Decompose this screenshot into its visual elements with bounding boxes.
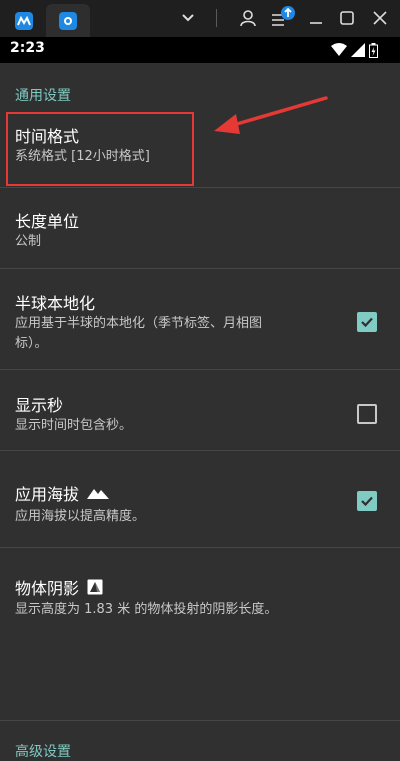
pref-title: 半球本地化: [15, 294, 96, 313]
wifi-icon: [331, 43, 347, 56]
maximize-icon: [340, 11, 354, 25]
close-icon: [373, 11, 387, 25]
show-seconds-checkbox[interactable]: [357, 404, 377, 424]
pref-length-unit[interactable]: 长度单位 公制: [0, 188, 400, 268]
shadow-icon: [87, 579, 103, 595]
browser-tab-1[interactable]: [4, 4, 44, 37]
pref-title: 时间格式: [15, 127, 80, 146]
pref-altitude[interactable]: 应用海拔 应用海拔以提高精度。: [0, 451, 400, 547]
app-logo-icon: [59, 11, 77, 30]
pref-summary: 系统格式 [12小时格式]: [15, 149, 150, 164]
pref-time-format[interactable]: 时间格式 系统格式 [12小时格式]: [0, 111, 400, 187]
minimize-button[interactable]: [304, 6, 328, 30]
pref-show-seconds[interactable]: 显示秒 显示时间时包含秒。: [0, 370, 400, 450]
pref-hemisphere[interactable]: 半球本地化 应用基于半球的本地化（季节标签、月相图 标）。: [0, 269, 400, 369]
app-logo-icon: [15, 11, 33, 30]
check-icon: [361, 317, 373, 328]
status-time: 2:23: [10, 40, 45, 56]
status-bar: 2:23: [0, 37, 400, 63]
divider: [0, 720, 400, 721]
pref-title: 应用海拔: [15, 481, 110, 505]
profile-button[interactable]: [236, 6, 260, 30]
pref-title-text: 物体阴影: [15, 579, 80, 598]
pref-title: 物体阴影: [15, 575, 103, 599]
pref-title: 长度单位: [15, 212, 80, 231]
minimize-icon: [310, 22, 322, 24]
pref-summary: 显示高度为 1.83 米 的物体投射的阴影长度。: [15, 602, 278, 617]
check-icon: [361, 496, 373, 507]
maximize-button[interactable]: [335, 6, 359, 30]
altitude-checkbox[interactable]: [357, 491, 377, 511]
pref-shadow[interactable]: 物体阴影 显示高度为 1.83 米 的物体投射的阴影长度。: [0, 548, 400, 638]
pref-summary: 应用海拔以提高精度。: [15, 509, 146, 524]
signal-icon: [351, 43, 365, 57]
chevron-down-icon: [182, 14, 194, 22]
pref-summary-line2: 标）。: [15, 336, 48, 351]
battery-icon: [369, 42, 378, 58]
browser-tab-bar: [0, 0, 400, 37]
pref-summary: 显示时间时包含秒。: [15, 418, 133, 433]
menu-update-icon: [272, 6, 295, 26]
close-button[interactable]: [368, 6, 392, 30]
mountain-icon: [87, 489, 110, 499]
pref-title: 显示秒: [15, 396, 64, 415]
pref-title-text: 应用海拔: [15, 485, 80, 504]
profile-icon: [240, 10, 256, 27]
hemisphere-checkbox[interactable]: [357, 312, 377, 332]
annotation-arrow-icon: [214, 96, 328, 134]
browser-tab-2[interactable]: [46, 4, 90, 37]
section-header-advanced: 高级设置: [15, 744, 71, 760]
tab-list-button[interactable]: [176, 6, 200, 30]
pref-summary-line1: 应用基于半球的本地化（季节标签、月相图: [15, 316, 263, 331]
menu-button[interactable]: [268, 6, 296, 30]
pref-summary: 公制: [15, 234, 42, 249]
settings-list: 通用设置 时间格式 系统格式 [12小时格式] 长度单位 公制 半球本地化 应用…: [0, 63, 400, 760]
status-icons: [331, 42, 378, 58]
section-header-general: 通用设置: [15, 88, 71, 104]
toolbar-separator: [216, 9, 217, 27]
